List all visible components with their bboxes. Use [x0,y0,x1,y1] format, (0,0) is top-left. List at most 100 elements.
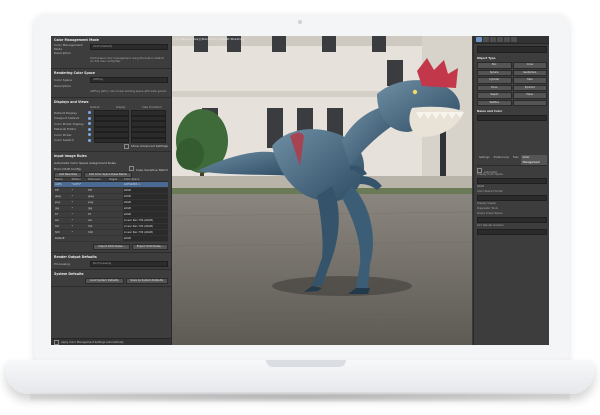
color-space-label: Color Space [54,77,72,82]
save-system-defaults-button[interactable]: Save As System Defaults [125,278,168,285]
section-title[interactable]: Render Output Defaults [54,255,168,259]
processing-dropdown[interactable]: No Processing [90,261,168,268]
space-description: ACEScg (AP1): color linear working space… [90,89,167,93]
show-advanced-label[interactable]: Show Advanced Settings [131,144,168,148]
viewport-label[interactable]: [+] [Perspective] [Standard] [Default Sh… [174,37,244,41]
radio-icon[interactable] [88,111,91,115]
laptop-shadow [30,392,570,402]
import-ocio-rules-button[interactable]: Import OCIO Rules... [93,244,130,251]
radio-icon[interactable] [88,127,91,131]
create-tab-icon[interactable] [476,37,482,42]
mode-dropdown[interactable]: OCIO (Default) [90,44,168,50]
object-category-dropdown[interactable] [477,46,547,53]
display-row-label: Default Display [54,110,77,115]
srgb-label: sRGB [477,185,484,188]
checkbox-icon[interactable] [54,339,59,345]
render-gamma-field[interactable] [477,229,547,235]
display-row: Color Swatch [54,137,168,144]
object-type-title[interactable]: Object Type [477,56,547,60]
diagnostic-tools-label: Diagnostic Tools [477,207,498,210]
scene-linear-space-field[interactable] [477,217,547,223]
mode-description: OCIO-based color management using the bu… [90,57,164,64]
description-label: Description [54,83,72,88]
display-dropdown[interactable] [94,137,129,144]
primitive-button[interactable]: Sphere [477,69,512,76]
checkbox-icon[interactable] [123,143,129,149]
primitive-button[interactable]: Torus [477,84,512,91]
display-row-label: Color Picker [54,132,72,137]
primitive-button[interactable]: GeoSphere [512,69,547,76]
column-header: Display [116,106,126,110]
checkbox-icon[interactable] [128,166,134,172]
primitive-button[interactable]: Pyramid [512,84,547,91]
apply-automatically-row: Apply Color Management Settings automati… [51,338,171,345]
apply-automatically-label[interactable]: Apply Color Management Settings automati… [61,341,124,344]
tab-files[interactable]: Files [511,155,521,165]
tab-preferences[interactable]: Preferences [492,155,511,165]
primitive-button[interactable]: Box [477,62,512,69]
laptop-base [6,360,594,394]
automatic-option[interactable]: Automatic [477,168,547,174]
modify-tab-icon[interactable] [483,37,489,42]
description-label: Description [54,51,72,55]
load-system-defaults-button[interactable]: Load System Defaults [85,278,124,285]
section-title[interactable]: Rendering Color Space [54,71,168,75]
from-ocio-label[interactable]: From OCIO Config [54,167,81,171]
display-color-space-field[interactable] [477,178,547,184]
color-space-format-field[interactable] [477,195,547,201]
radio-icon[interactable] [88,122,91,126]
section-title[interactable]: Color Management Mode [54,38,168,42]
rule-name[interactable]: Default [54,235,71,243]
rule-extension[interactable] [87,235,109,243]
command-panel: Object Type Box Cone Sphere GeoSphere Cy… [473,36,549,345]
display-column-headers: Default Display View Transform [54,106,168,109]
export-ocio-rules-button[interactable]: Export OCIO Rules... [131,244,168,251]
utilities-tab-icon[interactable] [511,37,517,42]
rules-table: Name Pattern Extension Regex Color Space… [54,178,168,243]
primitive-button[interactable]: TextPlus [477,99,512,106]
primitive-button[interactable]: Tube [512,77,547,84]
section-system-defaults: System Defaults Load System Defaults Sav… [51,270,171,288]
rule-pattern[interactable] [70,235,88,243]
case-sensitive-label[interactable]: Case Sensitive Match [136,168,168,172]
tab-color-management[interactable]: Color Management [520,155,547,165]
auto-rules-label: Automatic Color Space Assignment Rules [54,161,116,166]
section-input-image-rules: Input Image Rules Automatic Color Space … [51,152,171,254]
display-row-label: Viewport Default [54,116,80,121]
section-title[interactable]: System Defaults [54,272,168,276]
primitive-button[interactable] [512,99,547,106]
view-dropdown[interactable] [131,137,166,144]
radio-icon[interactable] [88,138,91,142]
object-name-field[interactable] [477,115,547,121]
render-gamma-label: Incl. Render Gamma [477,224,504,227]
color-space-dropdown[interactable]: ACEScg [90,76,168,83]
dino-shadow [272,276,412,296]
primitive-button[interactable]: Plane [512,92,547,99]
table-row[interactable]: Default sRGB [54,235,168,243]
preferences-tabs: Settings Preferences Files Color Managem… [477,155,547,166]
color-space-format-label: Color Space Format [477,190,503,193]
section-title[interactable]: Input Image Rules [54,154,168,158]
display-row-label: Color Swatch [54,138,74,143]
perspective-viewport[interactable]: [+] [Perspective] [Standard] [Default Sh… [172,36,472,345]
primitive-button[interactable]: Cone [512,62,547,69]
display-tab-icon[interactable] [504,37,510,42]
primitive-button[interactable]: Teapot [477,92,512,99]
trackpad-notch [266,360,346,367]
color-management-settings-panel: Color Management Mode Color Management M… [51,36,172,345]
section-displays-and-views: Displays and Views Default Display View … [51,98,171,153]
name-and-color-title[interactable]: Name and Color [477,109,547,113]
primitive-button[interactable]: Cylinder [477,77,512,84]
radio-icon[interactable] [88,116,91,120]
viewport-render [172,36,472,345]
scene-linear-space-label: Scene Linear Space [477,212,503,215]
motion-tab-icon[interactable] [497,37,503,42]
rule-regex[interactable] [108,235,123,243]
processing-label: Processing [54,262,71,267]
display-viewer-label: Display Viewer [477,202,497,205]
rule-color-space[interactable]: sRGB [122,235,168,243]
hierarchy-tab-icon[interactable] [490,37,496,42]
radio-icon[interactable] [88,133,91,137]
section-title[interactable]: Displays and Views [54,100,168,104]
tab-settings[interactable]: Settings [477,155,492,165]
